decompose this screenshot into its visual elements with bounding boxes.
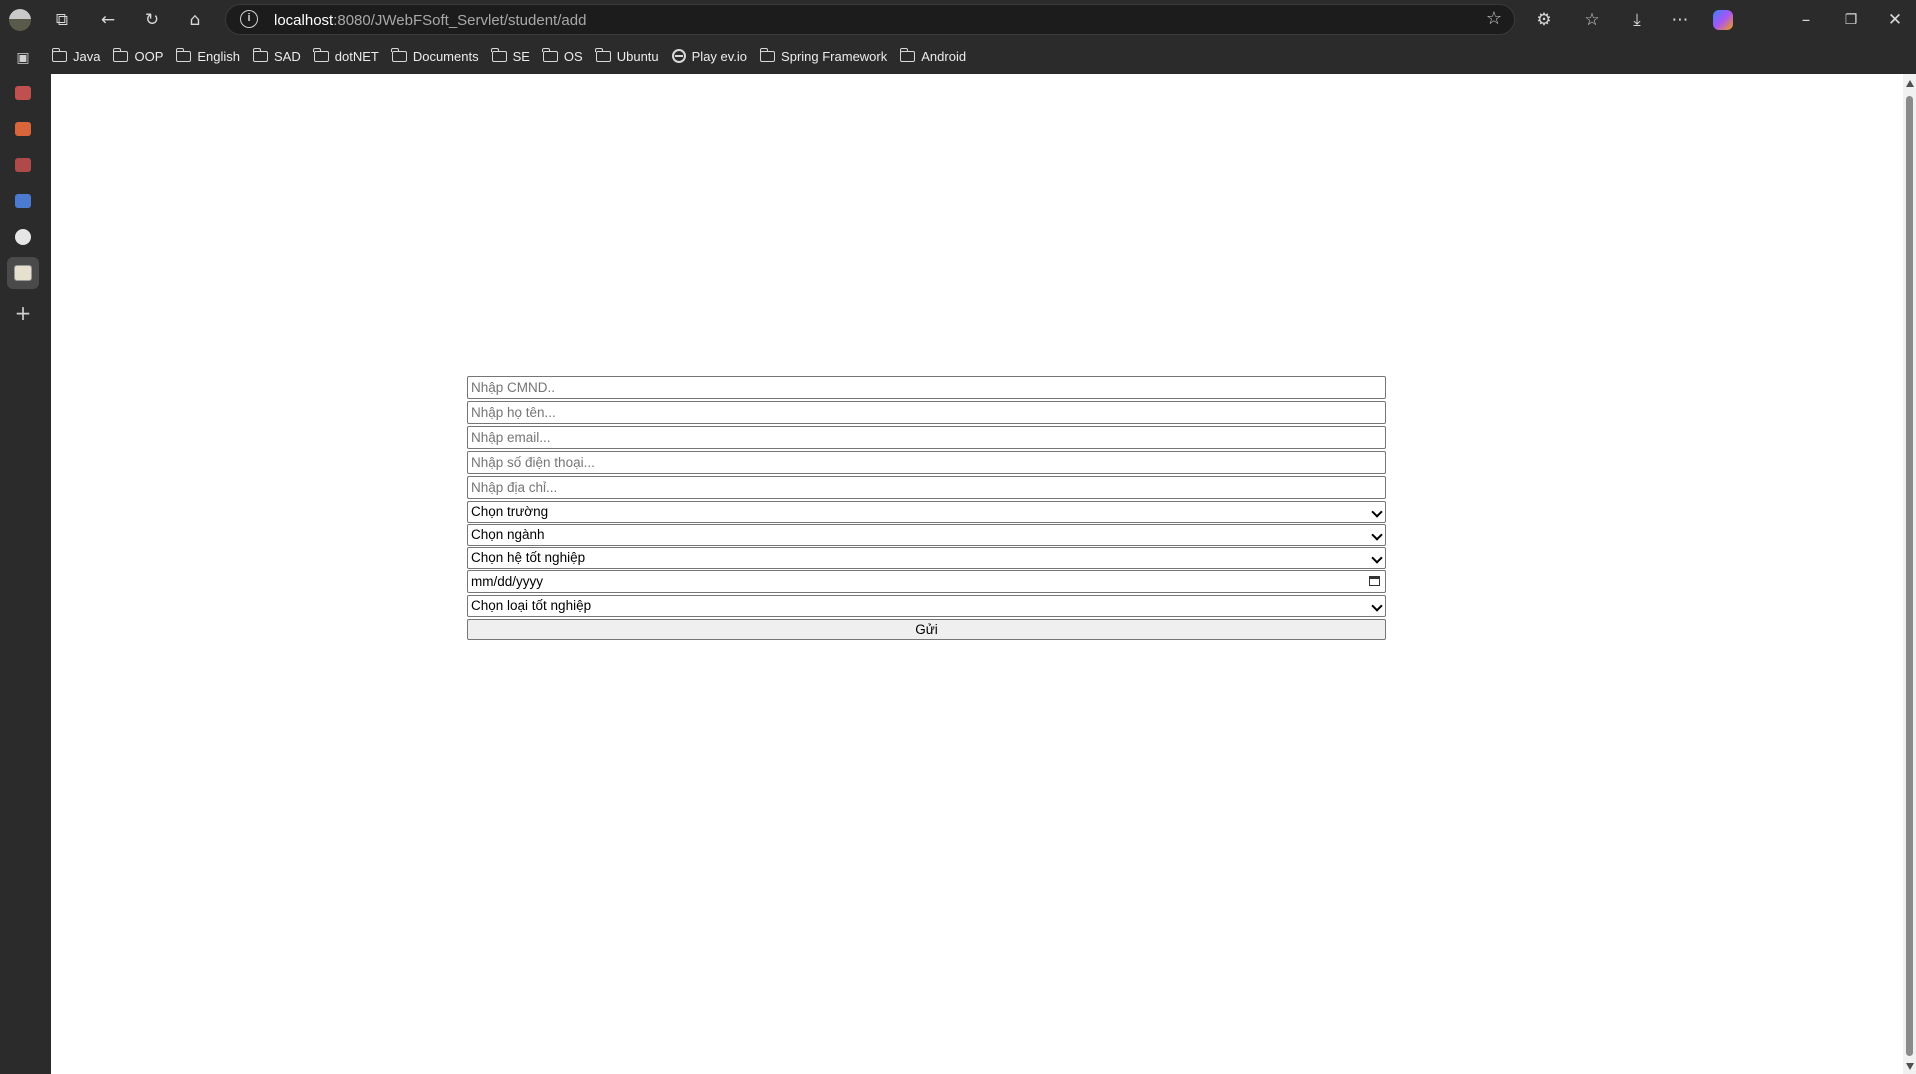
bookmark-item[interactable]: OS xyxy=(542,47,583,64)
folder-icon xyxy=(252,47,269,62)
scrollbar-thumb[interactable] xyxy=(1906,96,1913,1056)
phone-input[interactable]: Nhập số điện thoại... xyxy=(467,451,1386,474)
scroll-up-icon[interactable] xyxy=(1906,80,1914,87)
bookmark-label: SE xyxy=(512,48,530,64)
address-url[interactable]: localhost:8080/JWebFSoft_Servlet/student… xyxy=(274,12,586,29)
bookmark-item[interactable]: SE xyxy=(491,47,530,64)
restore-icon[interactable]: ❐ xyxy=(1839,8,1863,32)
bookmark-item[interactable]: Java xyxy=(51,47,101,64)
chevron-down-icon xyxy=(1371,600,1383,612)
bookmark-label: Documents xyxy=(412,48,479,64)
bookmark-label: OS xyxy=(563,48,583,64)
school-select[interactable]: Chọn trường xyxy=(467,501,1386,523)
chevron-down-icon xyxy=(1371,529,1383,541)
favorites-icon[interactable]: ☆ xyxy=(1580,8,1604,32)
sidebar-app-icon[interactable] xyxy=(13,119,33,139)
folder-icon xyxy=(491,47,507,62)
graduation-type-select[interactable]: Chọn loại tốt nghiệp xyxy=(467,595,1386,617)
more-menu-icon[interactable]: ⋯ xyxy=(1668,8,1692,32)
submit-button[interactable]: Gửi xyxy=(467,619,1386,640)
downloads-icon[interactable]: ⤓ xyxy=(1625,8,1649,32)
graduation-date-input[interactable]: mm/dd/yyyy xyxy=(467,570,1386,593)
folder-icon xyxy=(313,47,329,62)
bookmark-label: Java xyxy=(73,48,101,64)
profile-avatar-icon[interactable] xyxy=(8,8,32,32)
workspaces-icon[interactable]: ⧉ xyxy=(50,8,74,32)
add-icon[interactable]: + xyxy=(13,301,33,325)
copilot-icon[interactable] xyxy=(1711,8,1735,32)
bookmark-label: OOP xyxy=(134,48,164,64)
bookmark-item[interactable]: Android xyxy=(899,47,967,64)
bookmark-item[interactable]: Ubuntu xyxy=(595,47,659,64)
browser-titlebar: ⧉ ← ↻ ⌂ i localhost:8080/JWebFSoft_Servl… xyxy=(0,0,1916,40)
folder-icon xyxy=(391,47,407,62)
calendar-icon[interactable] xyxy=(1369,576,1380,586)
bookmark-label: Android xyxy=(921,48,967,64)
address-input[interactable]: Nhập địa chỉ... xyxy=(467,476,1386,499)
folder-icon xyxy=(595,47,611,62)
fullname-input[interactable]: Nhập họ tên... xyxy=(467,401,1386,424)
favorite-star-icon[interactable]: ☆ xyxy=(1486,8,1502,29)
bookmark-item[interactable]: Play ev.io xyxy=(671,48,748,64)
extensions-icon[interactable]: ⚙ xyxy=(1532,8,1556,32)
sidebar-app-icon[interactable] xyxy=(13,83,33,103)
browser-sidebar: ▣ + xyxy=(0,40,51,1074)
bookmark-item[interactable]: English xyxy=(175,47,241,64)
graduation-system-select[interactable]: Chọn hệ tốt nghiệp xyxy=(467,547,1386,569)
folder-icon xyxy=(112,47,129,62)
globe-icon xyxy=(671,49,686,63)
cmnd-input[interactable]: Nhập CMND.. xyxy=(467,376,1386,399)
bookmarks-bar: Java OOP English SAD dotNET Documents SE OS Ubun… xyxy=(51,44,979,68)
github-icon[interactable] xyxy=(13,227,33,247)
bookmark-item[interactable]: SAD xyxy=(252,47,301,64)
email-input[interactable]: Nhập email... xyxy=(467,426,1386,449)
bookmark-label: dotNET xyxy=(334,48,379,64)
folder-icon xyxy=(899,47,916,62)
bookmark-label: English xyxy=(197,48,241,64)
bookmark-label: Spring Framework xyxy=(781,48,888,64)
bookmark-item[interactable]: dotNET xyxy=(313,47,379,64)
sidebar-app-icon[interactable] xyxy=(13,155,33,175)
folder-icon xyxy=(542,47,558,62)
tab-actions-icon[interactable]: ▣ xyxy=(13,48,33,68)
minimize-icon[interactable]: – xyxy=(1794,8,1818,32)
scroll-down-icon[interactable] xyxy=(1906,1063,1914,1070)
student-add-form: Nhập CMND.. Nhập họ tên... Nhập email...… xyxy=(467,376,1386,640)
bookmark-label: Ubuntu xyxy=(616,48,659,64)
bookmark-item[interactable]: Documents xyxy=(391,47,479,64)
folder-icon xyxy=(175,47,192,62)
refresh-icon[interactable]: ↻ xyxy=(140,8,164,32)
bookmark-item[interactable]: Spring Framework xyxy=(759,47,888,64)
close-icon[interactable]: ✕ xyxy=(1883,8,1907,32)
major-select[interactable]: Chọn ngành xyxy=(467,524,1386,546)
image-app-icon[interactable] xyxy=(13,263,33,283)
folder-icon xyxy=(759,47,776,62)
chevron-down-icon xyxy=(1371,506,1383,518)
home-icon[interactable]: ⌂ xyxy=(183,8,207,32)
site-info-icon[interactable]: i xyxy=(240,10,258,28)
folder-icon xyxy=(51,47,67,62)
page-scrollbar[interactable] xyxy=(1903,74,1916,1074)
sidebar-app-icon[interactable] xyxy=(13,191,33,211)
back-icon[interactable]: ← xyxy=(96,8,120,32)
chevron-down-icon xyxy=(1371,552,1383,564)
bookmark-item[interactable]: OOP xyxy=(112,47,164,64)
bookmark-label: Play ev.io xyxy=(691,48,748,64)
address-bar[interactable]: i localhost:8080/JWebFSoft_Servlet/stude… xyxy=(225,4,1515,35)
bookmark-label: SAD xyxy=(274,48,301,64)
